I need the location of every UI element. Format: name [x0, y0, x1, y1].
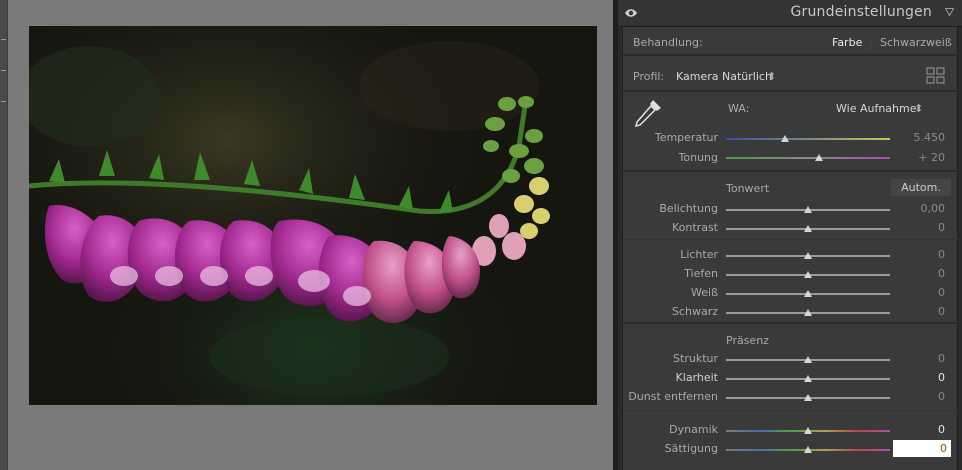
- exposure-value[interactable]: 0,00: [885, 202, 946, 215]
- highlights-label: Lichter: [680, 248, 718, 261]
- blacks-label: Schwarz: [671, 305, 718, 318]
- shadows-label: Tiefen: [684, 267, 718, 280]
- panel-edge-tick: [1, 101, 6, 102]
- temperature-slider-thumb[interactable]: [781, 135, 790, 142]
- dehaze-label: Dunst entfernen: [628, 390, 718, 403]
- profile-dropdown-arrows-icon[interactable]: ⬍: [767, 70, 776, 83]
- vibrance-label: Dynamik: [669, 423, 718, 436]
- basic-panel-header[interactable]: Grundeinstellungen: [618, 0, 962, 27]
- tint-label: Tonung: [678, 151, 718, 164]
- whites-slider-thumb[interactable]: [804, 290, 812, 297]
- auto-tone-button[interactable]: Autom.: [891, 179, 951, 196]
- tint-value[interactable]: + 20: [885, 151, 945, 164]
- blacks-slider-thumb[interactable]: [804, 309, 812, 316]
- vibrance-value[interactable]: 0: [885, 423, 945, 436]
- highlights-slider-thumb[interactable]: [804, 252, 812, 259]
- separator: [623, 322, 959, 324]
- foxglove-photo: [29, 26, 597, 405]
- treatment-separator: |: [869, 36, 873, 49]
- triangle-down-icon[interactable]: [945, 8, 954, 16]
- whites-label: Weiß: [691, 286, 718, 299]
- texture-label: Struktur: [673, 352, 718, 365]
- panel-edge-tick: [1, 70, 6, 71]
- texture-slider-thumb[interactable]: [804, 356, 812, 363]
- wb-dropdown-arrows-icon[interactable]: ⬍: [914, 102, 923, 115]
- contrast-slider-thumb[interactable]: [804, 225, 812, 232]
- tint-slider-thumb[interactable]: [815, 154, 824, 161]
- panel-edge-tick: [1, 39, 6, 40]
- clarity-label: Klarheit: [675, 371, 718, 384]
- eye-icon[interactable]: [624, 8, 638, 18]
- photo-preview[interactable]: [29, 26, 597, 405]
- clarity-value[interactable]: 0: [885, 371, 945, 384]
- separator: [623, 239, 959, 240]
- left-panel-edge: [0, 0, 8, 470]
- treatment-bw-option[interactable]: Schwarzweiß: [880, 36, 952, 49]
- saturation-slider-thumb[interactable]: [804, 446, 812, 453]
- contrast-label: Kontrast: [672, 221, 718, 234]
- image-canvas[interactable]: [8, 0, 613, 470]
- temperature-slider[interactable]: [726, 138, 890, 140]
- wb-label: WA:: [728, 102, 750, 115]
- blacks-value[interactable]: 0: [885, 305, 945, 318]
- profile-dropdown[interactable]: Kamera Natürlich: [676, 70, 772, 83]
- separator: [623, 410, 959, 411]
- develop-panel: Grundeinstellungen Behandlung: Farbe | S…: [618, 0, 962, 470]
- separator: [623, 90, 959, 92]
- presence-section-title: Präsenz: [726, 334, 769, 347]
- tint-slider[interactable]: [726, 157, 890, 159]
- panel-title: Grundeinstellungen: [790, 4, 932, 20]
- clarity-slider-thumb[interactable]: [804, 375, 812, 382]
- treatment-color-option[interactable]: Farbe: [832, 36, 862, 49]
- whites-value[interactable]: 0: [885, 286, 945, 299]
- separator: [623, 170, 959, 172]
- basic-panel-content: Behandlung: Farbe | Schwarzweiß Profil: …: [622, 27, 959, 470]
- wb-dropdown[interactable]: Wie Aufnahme: [836, 102, 917, 115]
- shadows-value[interactable]: 0: [885, 267, 945, 280]
- exposure-slider-thumb[interactable]: [804, 206, 812, 213]
- texture-value[interactable]: 0: [885, 352, 945, 365]
- highlights-value[interactable]: 0: [885, 248, 945, 261]
- shadows-slider-thumb[interactable]: [804, 271, 812, 278]
- tone-section-title: Tonwert: [726, 182, 770, 195]
- saturation-value-input[interactable]: 0: [893, 440, 951, 457]
- separator: [623, 54, 959, 56]
- contrast-value[interactable]: 0: [885, 221, 945, 234]
- dehaze-slider-thumb[interactable]: [804, 394, 812, 401]
- saturation-label: Sättigung: [664, 442, 718, 455]
- eyedropper-icon[interactable]: [631, 96, 665, 130]
- treatment-label: Behandlung:: [633, 36, 703, 49]
- vibrance-slider-thumb[interactable]: [804, 427, 812, 434]
- temperature-value[interactable]: 5.450: [885, 131, 946, 144]
- grid-icon[interactable]: [926, 67, 946, 84]
- dehaze-value[interactable]: 0: [885, 390, 945, 403]
- profile-label: Profil:: [633, 70, 665, 83]
- exposure-label: Belichtung: [659, 202, 718, 215]
- temperature-label: Temperatur: [654, 131, 718, 144]
